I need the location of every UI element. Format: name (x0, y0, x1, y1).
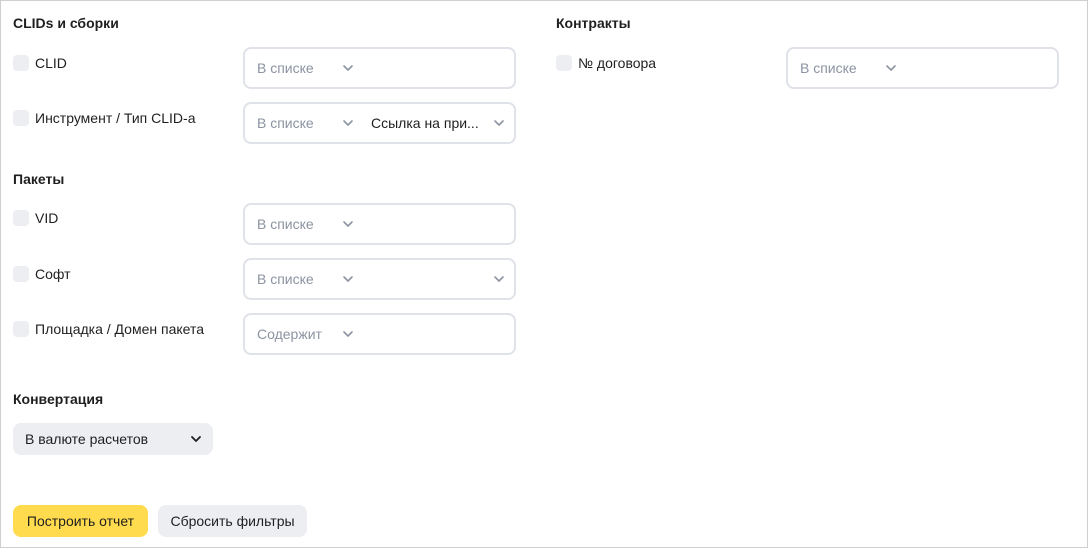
value-input[interactable] (900, 49, 1057, 87)
vid-checkbox[interactable] (13, 210, 29, 226)
operator-select[interactable]: В списке (245, 260, 357, 298)
operator-select[interactable]: В списке (245, 104, 357, 142)
value-input[interactable] (357, 49, 514, 87)
section-title-conversion: Конвертация (13, 391, 104, 407)
section-title-packages: Пакеты (13, 171, 65, 187)
filter-label: CLID (35, 55, 67, 71)
filter-row-platform-domain: Площадка / Домен пакета (13, 321, 204, 337)
currency-conversion-select[interactable]: В валюте расчетов (13, 423, 213, 455)
filter-row-clid: CLID (13, 55, 67, 71)
platform-domain-filter-field: Содержит (243, 313, 516, 355)
operator-value: В списке (257, 271, 314, 287)
value-select[interactable] (357, 260, 514, 298)
filter-row-vid: VID (13, 210, 58, 226)
build-report-button[interactable]: Построить отчет (13, 505, 148, 537)
soft-filter-field: В списке (243, 258, 516, 300)
chevron-down-icon (341, 272, 355, 286)
operator-value: В списке (257, 115, 314, 131)
contract-number-checkbox[interactable] (556, 55, 572, 71)
clid-checkbox[interactable] (13, 55, 29, 71)
value-select[interactable]: Ссылка на при... (357, 104, 514, 142)
operator-value: В списке (257, 60, 314, 76)
operator-value: В списке (257, 216, 314, 232)
report-filters-panel: CLIDs и сборки CLID В списке Инструмент … (0, 0, 1088, 548)
operator-select[interactable]: Содержит (245, 315, 357, 353)
instrument-filter-field: В списке Ссылка на при... (243, 102, 516, 144)
value-input[interactable] (357, 315, 514, 353)
value-input[interactable] (357, 205, 514, 243)
chevron-down-icon (492, 116, 506, 130)
contract-number-filter-field: В списке (786, 47, 1059, 89)
platform-domain-checkbox[interactable] (13, 321, 29, 337)
operator-value: В списке (800, 60, 857, 76)
vid-filter-field: В списке (243, 203, 516, 245)
value-text: Ссылка на при... (371, 115, 479, 131)
filter-label: Софт (35, 266, 71, 282)
section-title-clids: CLIDs и сборки (13, 15, 119, 31)
chevron-down-icon (341, 61, 355, 75)
clid-filter-field: В списке (243, 47, 516, 89)
chevron-down-icon (492, 272, 506, 286)
filter-label: VID (35, 210, 59, 226)
chevron-down-icon (341, 327, 355, 341)
filter-row-soft: Софт (13, 266, 71, 282)
section-title-contracts: Контракты (556, 15, 631, 31)
filter-row-contract-number: № договора (556, 55, 656, 71)
operator-select[interactable]: В списке (788, 49, 900, 87)
instrument-checkbox[interactable] (13, 110, 29, 126)
chevron-down-icon (341, 217, 355, 231)
operator-select[interactable]: В списке (245, 49, 357, 87)
currency-conversion-value: В валюте расчетов (25, 431, 149, 447)
chevron-down-icon (884, 61, 898, 75)
filter-label: Инструмент / Тип CLID-а (35, 110, 196, 126)
operator-value: Содержит (257, 326, 322, 342)
filter-label: Площадка / Домен пакета (35, 321, 205, 337)
chevron-down-icon (341, 116, 355, 130)
filter-row-instrument: Инструмент / Тип CLID-а (13, 110, 195, 126)
operator-select[interactable]: В списке (245, 205, 357, 243)
reset-filters-button[interactable]: Сбросить фильтры (158, 505, 307, 537)
filter-label: № договора (578, 55, 657, 71)
soft-checkbox[interactable] (13, 266, 29, 282)
chevron-down-icon (189, 432, 203, 446)
